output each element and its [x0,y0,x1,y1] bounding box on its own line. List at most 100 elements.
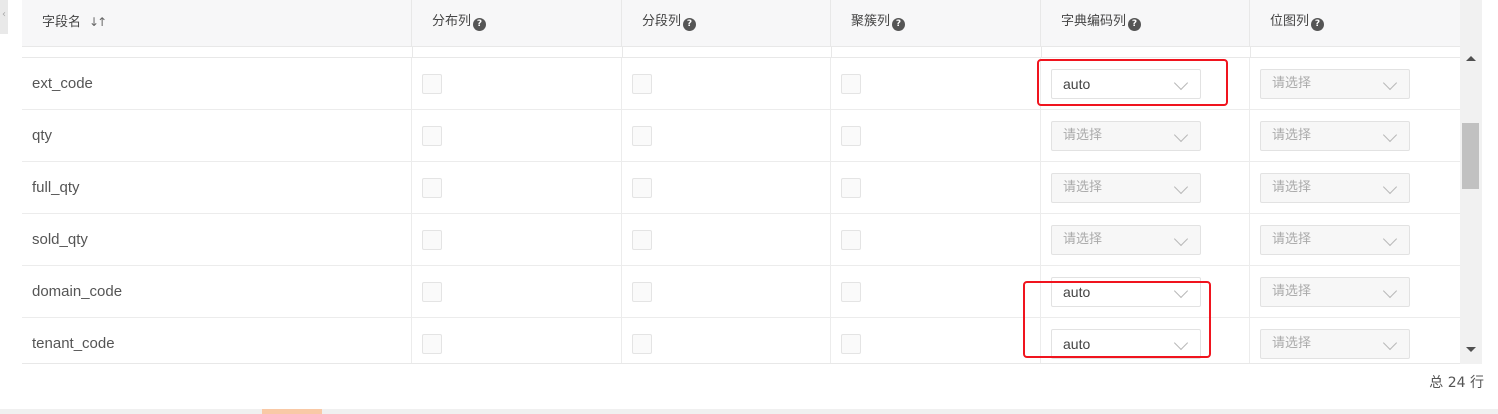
cluster-cell [831,266,1041,318]
collapse-icon[interactable]: ‹ [0,8,8,22]
scroll-thumb[interactable] [1462,123,1479,189]
segment-cell [622,110,831,162]
vertical-scrollbar[interactable] [1460,0,1482,364]
dict-encoding-cell: 请选择 [1041,110,1250,162]
segment-checkbox[interactable] [632,74,652,94]
bitmap-cell: 请选择 [1250,162,1460,214]
dict-encoding-select[interactable]: 请选择 [1051,225,1201,255]
header-bitmap-label: 位图列 [1270,14,1310,29]
scroll-down-arrow-icon[interactable] [1466,347,1476,352]
bitmap-cell: 请选择 [1250,58,1460,110]
segment-cell [622,318,831,363]
chevron-down-icon [1382,75,1398,91]
segment-checkbox[interactable] [632,126,652,146]
segment-cell [622,214,831,266]
bitmap-cell: 请选择 [1250,318,1460,363]
sort-icon[interactable]: ↓↑ [89,0,107,44]
distribution-cell [412,214,622,266]
chevron-down-icon [1382,179,1398,195]
field-name-cell: qty [22,110,412,162]
cluster-cell [831,58,1041,110]
chevron-down-icon [1173,231,1189,247]
select-value: 请选择 [1272,180,1312,195]
cluster-checkbox[interactable] [841,334,861,354]
header-cluster-label: 聚簇列 [851,14,891,29]
bottom-bar [0,409,1498,414]
segment-checkbox[interactable] [632,282,652,302]
distribution-checkbox[interactable] [422,282,442,302]
cluster-checkbox[interactable] [841,126,861,146]
cluster-cell [831,162,1041,214]
header-field-name[interactable]: 字段名 ↓↑ [22,0,412,47]
header-distribution: 分布列? [412,0,622,47]
header-dict-encoding: 字典编码列? [1041,0,1250,47]
chevron-down-icon [1382,283,1398,299]
select-value: 请选择 [1272,336,1312,351]
distribution-checkbox[interactable] [422,178,442,198]
header-segment-label: 分段列 [642,14,682,29]
total-rows: 总 24 行 [1429,375,1484,391]
distribution-checkbox[interactable] [422,126,442,146]
distribution-checkbox[interactable] [422,334,442,354]
segment-checkbox[interactable] [632,178,652,198]
cluster-cell [831,318,1041,363]
field-name-cell: full_qty [22,162,412,214]
bitmap-select[interactable]: 请选择 [1260,69,1410,99]
bottom-accent [262,409,322,414]
scroll-up-arrow-icon[interactable] [1466,56,1476,61]
cluster-cell [831,110,1041,162]
cluster-checkbox[interactable] [841,282,861,302]
cluster-checkbox[interactable] [841,178,861,198]
bitmap-select[interactable]: 请选择 [1260,329,1410,359]
distribution-checkbox[interactable] [422,230,442,250]
help-icon[interactable]: ? [473,18,487,31]
bitmap-select[interactable]: 请选择 [1260,121,1410,151]
bitmap-cell: 请选择 [1250,214,1460,266]
field-config-table: 字段名 ↓↑ 分布列? 分段列? 聚簇列? 字典编码列? 位图列? ext_co… [22,0,1460,364]
distribution-cell [412,58,622,110]
header-bitmap: 位图列? [1250,0,1460,47]
table-row: domain_code auto 请选择 [22,266,1460,318]
help-icon[interactable]: ? [892,18,906,31]
field-name-cell: ext_code [22,58,412,110]
chevron-down-icon [1382,231,1398,247]
segment-checkbox[interactable] [632,334,652,354]
help-icon[interactable]: ? [1128,18,1142,31]
chevron-down-icon [1173,179,1189,195]
bitmap-select[interactable]: 请选择 [1260,225,1410,255]
highlight-box-domain-tenant [1023,281,1211,358]
help-icon[interactable]: ? [1311,18,1325,31]
help-icon[interactable]: ? [683,18,697,31]
table-row: full_qty 请选择 请选择 [22,162,1460,214]
header-segment: 分段列? [622,0,831,47]
dict-encoding-cell: 请选择 [1041,214,1250,266]
table-row: qty 请选择 请选择 [22,110,1460,162]
dict-encoding-select[interactable]: 请选择 [1051,173,1201,203]
distribution-cell [412,266,622,318]
dict-encoding-select[interactable]: 请选择 [1051,121,1201,151]
dict-encoding-cell: 请选择 [1041,162,1250,214]
segment-cell [622,58,831,110]
chevron-down-icon [1173,127,1189,143]
bitmap-cell: 请选择 [1250,110,1460,162]
select-value: 请选择 [1063,232,1103,247]
header-dict-encoding-label: 字典编码列 [1061,14,1127,29]
field-name-cell: domain_code [22,266,412,318]
select-value: 请选择 [1272,284,1312,299]
distribution-checkbox[interactable] [422,74,442,94]
select-value: 请选择 [1272,128,1312,143]
partial-row [22,47,1460,58]
select-value: 请选择 [1272,232,1312,247]
bitmap-cell: 请选择 [1250,266,1460,318]
distribution-cell [412,318,622,363]
bitmap-select[interactable]: 请选择 [1260,173,1410,203]
distribution-cell [412,162,622,214]
cluster-cell [831,214,1041,266]
cluster-checkbox[interactable] [841,230,861,250]
cluster-checkbox[interactable] [841,74,861,94]
select-value: 请选择 [1063,180,1103,195]
bitmap-select[interactable]: 请选择 [1260,277,1410,307]
segment-checkbox[interactable] [632,230,652,250]
table-row: tenant_code auto 请选择 [22,318,1460,363]
table-row: ext_code auto 请选择 [22,58,1460,110]
